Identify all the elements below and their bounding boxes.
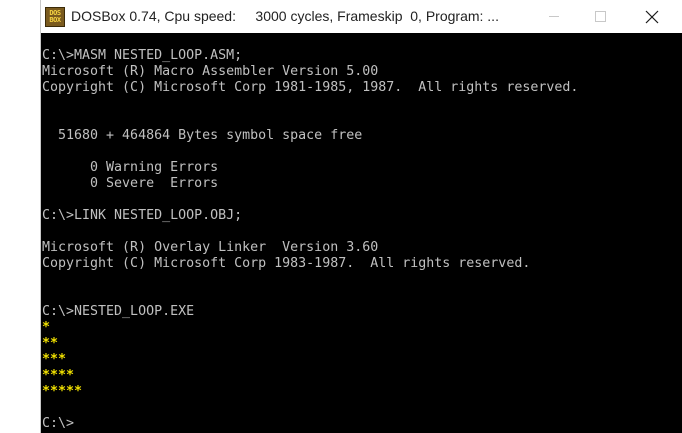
- console-line: C:\>: [42, 416, 75, 431]
- console-line: Microsoft (R) Macro Assembler Version 5.…: [42, 64, 379, 79]
- window-title: DOSBox 0.74, Cpu speed: 3000 cycles, Fra…: [71, 8, 499, 24]
- close-icon: [645, 10, 659, 23]
- program-output-line: ****: [42, 368, 75, 383]
- dosbox-window: DOS BOX DOSBox 0.74, Cpu speed: 3000 cyc…: [40, 0, 682, 433]
- program-output-line: ***: [42, 352, 67, 367]
- close-button[interactable]: [629, 0, 675, 33]
- console-line: C:\>NESTED_LOOP.EXE: [42, 304, 195, 319]
- console-line: C:\>MASM NESTED_LOOP.ASM;: [42, 48, 243, 63]
- program-output-line: **: [42, 336, 59, 351]
- dosbox-app-icon[interactable]: DOS BOX: [45, 7, 65, 27]
- minimize-icon: [549, 16, 559, 17]
- app-icon-text-bottom: BOX: [49, 16, 61, 24]
- maximize-button[interactable]: [577, 0, 623, 33]
- program-output-line: *: [42, 320, 51, 335]
- console-line: 0 Warning Errors: [42, 160, 219, 175]
- title-bar[interactable]: DOS BOX DOSBox 0.74, Cpu speed: 3000 cyc…: [41, 0, 682, 33]
- console-line: C:\>LINK NESTED_LOOP.OBJ;: [42, 208, 243, 223]
- console-line: 51680 + 464864 Bytes symbol space free: [42, 128, 363, 143]
- console-line: 0 Severe Errors: [42, 176, 219, 191]
- minimize-button[interactable]: [531, 0, 577, 33]
- maximize-icon: [594, 11, 606, 22]
- dos-console[interactable]: C:\>MASM NESTED_LOOP.ASM; Microsoft (R) M…: [41, 33, 682, 433]
- console-line: Microsoft (R) Overlay Linker Version 3.6…: [42, 240, 379, 255]
- console-line: Copyright (C) Microsoft Corp 1983-1987. …: [42, 256, 531, 271]
- console-line: Copyright (C) Microsoft Corp 1981-1985, …: [42, 80, 579, 95]
- program-output-line: *****: [42, 384, 83, 399]
